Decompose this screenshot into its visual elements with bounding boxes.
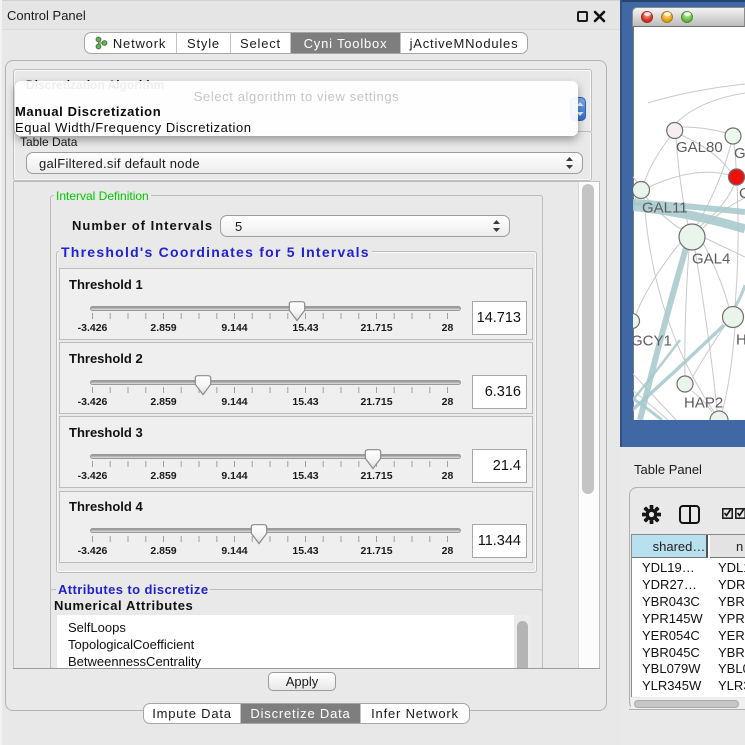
svg-text:GAL4: GAL4 xyxy=(692,251,730,268)
svg-text:GA: GA xyxy=(734,145,745,162)
svg-text:GAL11: GAL11 xyxy=(642,200,688,217)
svg-text:C: C xyxy=(739,185,745,202)
svg-text:HAP2: HAP2 xyxy=(684,395,723,412)
svg-text:GCY1: GCY1 xyxy=(633,333,672,350)
svg-text:H: H xyxy=(736,332,745,349)
svg-text:GAL80: GAL80 xyxy=(676,139,723,156)
